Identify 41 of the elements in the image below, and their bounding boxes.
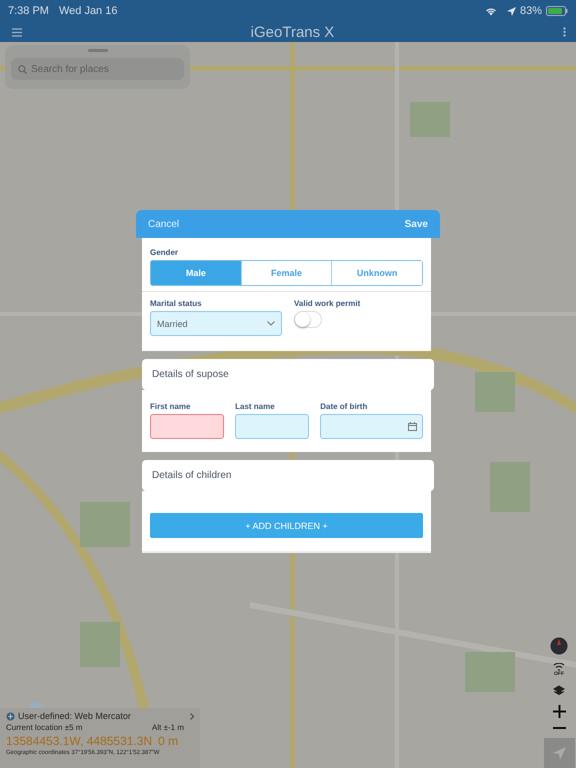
save-button[interactable]: Save bbox=[404, 218, 428, 230]
field-label: Date of birth bbox=[320, 402, 368, 411]
text-field[interactable] bbox=[150, 414, 224, 439]
add-children-button[interactable]: + ADD CHILDREN + bbox=[150, 513, 423, 538]
layers-button[interactable] bbox=[553, 685, 565, 697]
drag-handle[interactable] bbox=[88, 49, 108, 52]
status-time: 7:38 PM bbox=[8, 5, 49, 17]
altitude: 0 m bbox=[158, 734, 178, 748]
cancel-button[interactable]: Cancel bbox=[148, 218, 180, 230]
location-arrow-icon bbox=[506, 6, 516, 16]
gender-option[interactable]: Unknown bbox=[331, 261, 422, 285]
marital-status-select[interactable]: Married bbox=[150, 311, 282, 336]
text-field[interactable] bbox=[235, 414, 310, 439]
chevron-right-icon[interactable] bbox=[190, 712, 194, 720]
battery-percent: 83% bbox=[520, 5, 542, 17]
location-accuracy: Current location ±5 m bbox=[6, 723, 82, 732]
section-title: Details of children bbox=[142, 460, 434, 491]
zoom-out-button[interactable] bbox=[552, 726, 566, 730]
gender-label: Gender bbox=[150, 248, 180, 257]
menu-button[interactable] bbox=[12, 28, 22, 36]
section-title: Details of supose bbox=[142, 359, 434, 390]
work-permit-toggle[interactable] bbox=[294, 311, 322, 328]
wifi-icon bbox=[484, 6, 497, 16]
battery-icon bbox=[546, 6, 568, 16]
compass-button[interactable] bbox=[550, 637, 568, 655]
field-label: First name bbox=[150, 402, 192, 411]
calendar-icon bbox=[408, 422, 417, 431]
app-title: iGeoTrans X bbox=[250, 24, 336, 40]
projection-name[interactable]: User-defined: Web Mercator bbox=[18, 711, 131, 721]
work-permit-label: Valid work permit bbox=[294, 299, 360, 308]
status-date: Wed Jan 16 bbox=[58, 5, 118, 17]
more-button[interactable] bbox=[563, 27, 566, 37]
field-label: Last name bbox=[235, 402, 276, 411]
altitude-accuracy: Alt ±-1 m bbox=[152, 723, 184, 732]
date-field[interactable] bbox=[320, 414, 423, 439]
gender-option[interactable]: Male bbox=[151, 261, 241, 285]
navigation-arrow-icon bbox=[552, 746, 566, 760]
coordinates: 13584453.1W, 4485531.3N bbox=[6, 734, 152, 748]
chevron-down-icon bbox=[267, 321, 275, 326]
marital-status-label: Marital status bbox=[150, 299, 203, 308]
zoom-in-button[interactable] bbox=[552, 705, 566, 718]
